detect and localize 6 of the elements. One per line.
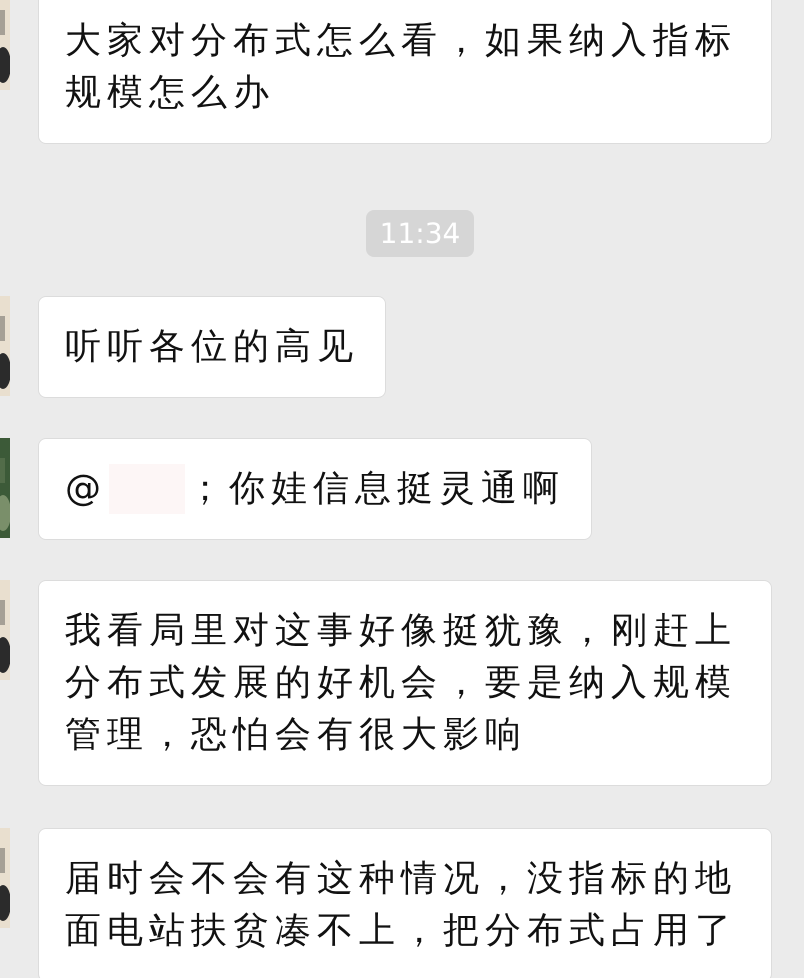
message-text: 我看局里对这事好像挺犹豫，刚赶上分布式发展的好机会，要是纳入规模管理，恐怕会有很大影响 bbox=[65, 609, 738, 757]
message-text: 听听各位的高见 bbox=[65, 325, 359, 369]
mention-at: @ bbox=[65, 467, 107, 511]
message-text: 届时会不会有这种情况，没指标的地面电站扶贫凑不上，把分布式占用了 bbox=[65, 857, 738, 953]
message-text: 大家对分布式怎么看，如果纳入指标规模怎么办 bbox=[65, 19, 738, 115]
message-text: ；你娃信息挺灵通啊 bbox=[187, 467, 565, 511]
